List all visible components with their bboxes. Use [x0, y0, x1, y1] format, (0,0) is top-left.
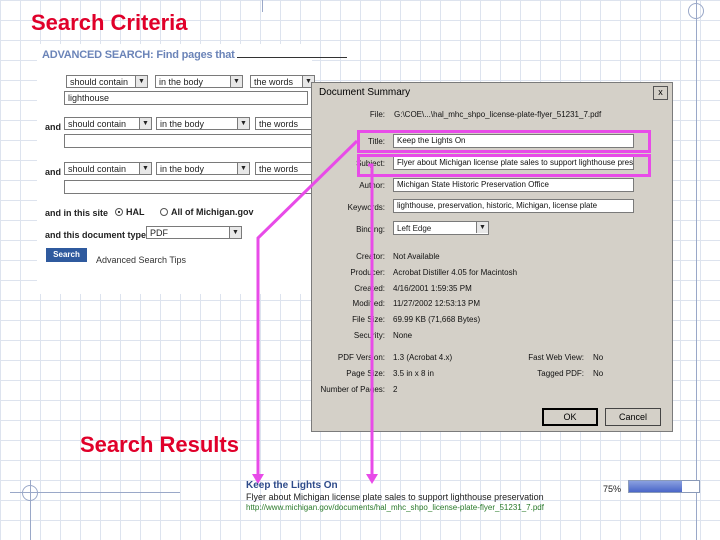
title-connector-line [256, 139, 359, 478]
relevance-fill [629, 481, 682, 492]
result-title-link[interactable]: Keep the Lights On [246, 480, 338, 491]
arrow-head-icon [366, 474, 378, 484]
connector-arrows [252, 139, 378, 484]
search-results-label: Search Results [80, 432, 239, 457]
subject-connector-line [368, 163, 374, 478]
result-relevance-bar [628, 480, 700, 493]
result-url[interactable]: http://www.michigan.gov/documents/hal_mh… [246, 503, 544, 512]
result-relevance-text: 75% [603, 484, 622, 494]
result-description: Flyer about Michigan license plate sales… [246, 492, 544, 502]
